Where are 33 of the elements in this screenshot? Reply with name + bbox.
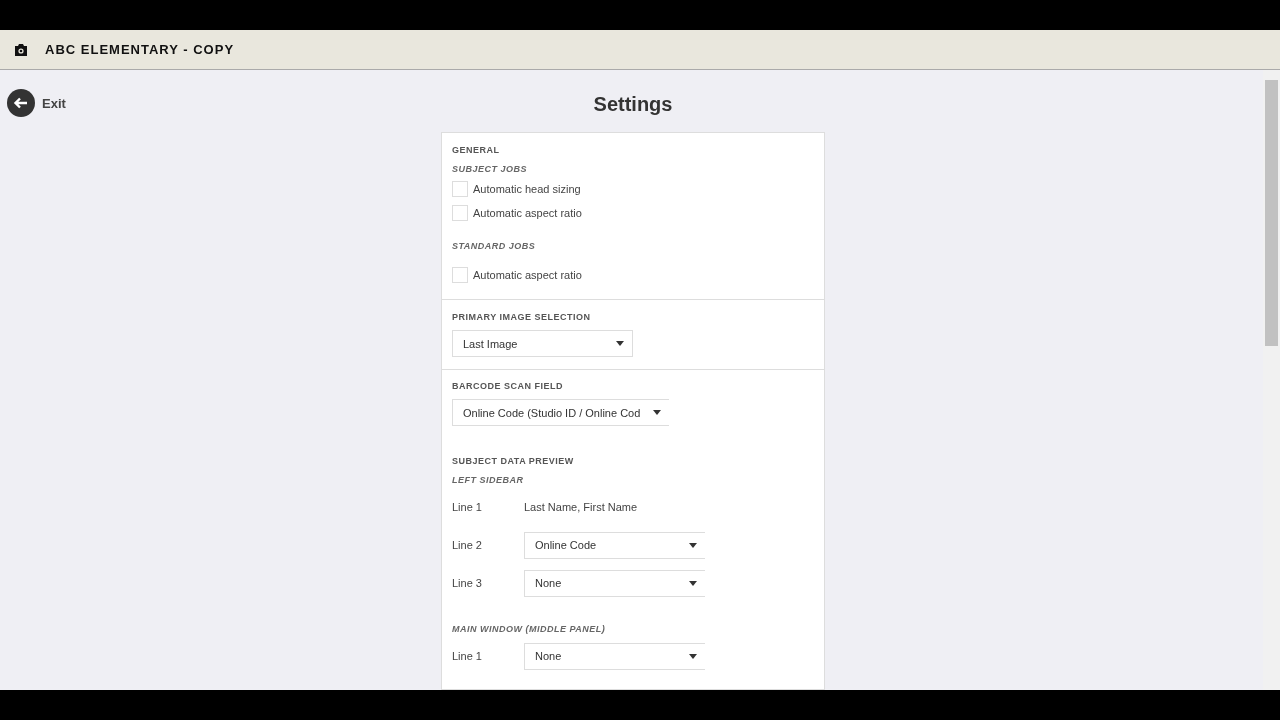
dropdown[interactable]: Online Code (Studio ID / Online Cod (452, 399, 669, 426)
group-heading: STANDARD JOBS (452, 241, 537, 251)
group-heading: MAIN WINDOW (MIDDLE PANEL) (452, 624, 607, 634)
caret-icon (653, 410, 661, 415)
section-heading: SUBJECT DATA PREVIEW (452, 456, 575, 466)
app-title: ABC ELEMENTARY - COPY (45, 42, 235, 57)
camera-icon (14, 43, 28, 56)
line-label: Line 2 (452, 539, 483, 551)
dropdown[interactable]: None (524, 569, 705, 597)
caret-icon (616, 341, 624, 346)
section-heading: GENERAL (452, 145, 501, 155)
line-value: Last Name, First Name (524, 501, 638, 513)
dropdown[interactable]: Last Image (452, 330, 633, 357)
caret-icon (689, 653, 697, 659)
group-heading: SUBJECT JOBS (452, 164, 529, 174)
checkbox-option[interactable]: Automatic head sizing (452, 177, 814, 201)
exit-button[interactable]: Exit (7, 89, 66, 117)
dropdown[interactable]: Online Code (524, 531, 705, 559)
checkbox[interactable] (452, 267, 468, 283)
checkbox-option[interactable]: Automatic aspect ratio (452, 201, 814, 225)
section-heading: PRIMARY IMAGE SELECTION (452, 312, 592, 322)
page-title: Settings (593, 92, 673, 117)
section-heading: BARCODE SCAN FIELD (452, 381, 564, 391)
line-label: Line 1 (452, 501, 483, 513)
group-heading: LEFT SIDEBAR (452, 475, 525, 485)
dropdown[interactable]: None (524, 642, 705, 670)
checkbox[interactable] (452, 205, 468, 221)
checkbox-option[interactable]: Automatic aspect ratio (452, 263, 814, 287)
checkbox[interactable] (452, 181, 468, 197)
line-label: Line 3 (452, 577, 483, 589)
line-label: Line 1 (452, 650, 483, 662)
caret-icon (689, 580, 697, 586)
caret-icon (689, 542, 697, 548)
